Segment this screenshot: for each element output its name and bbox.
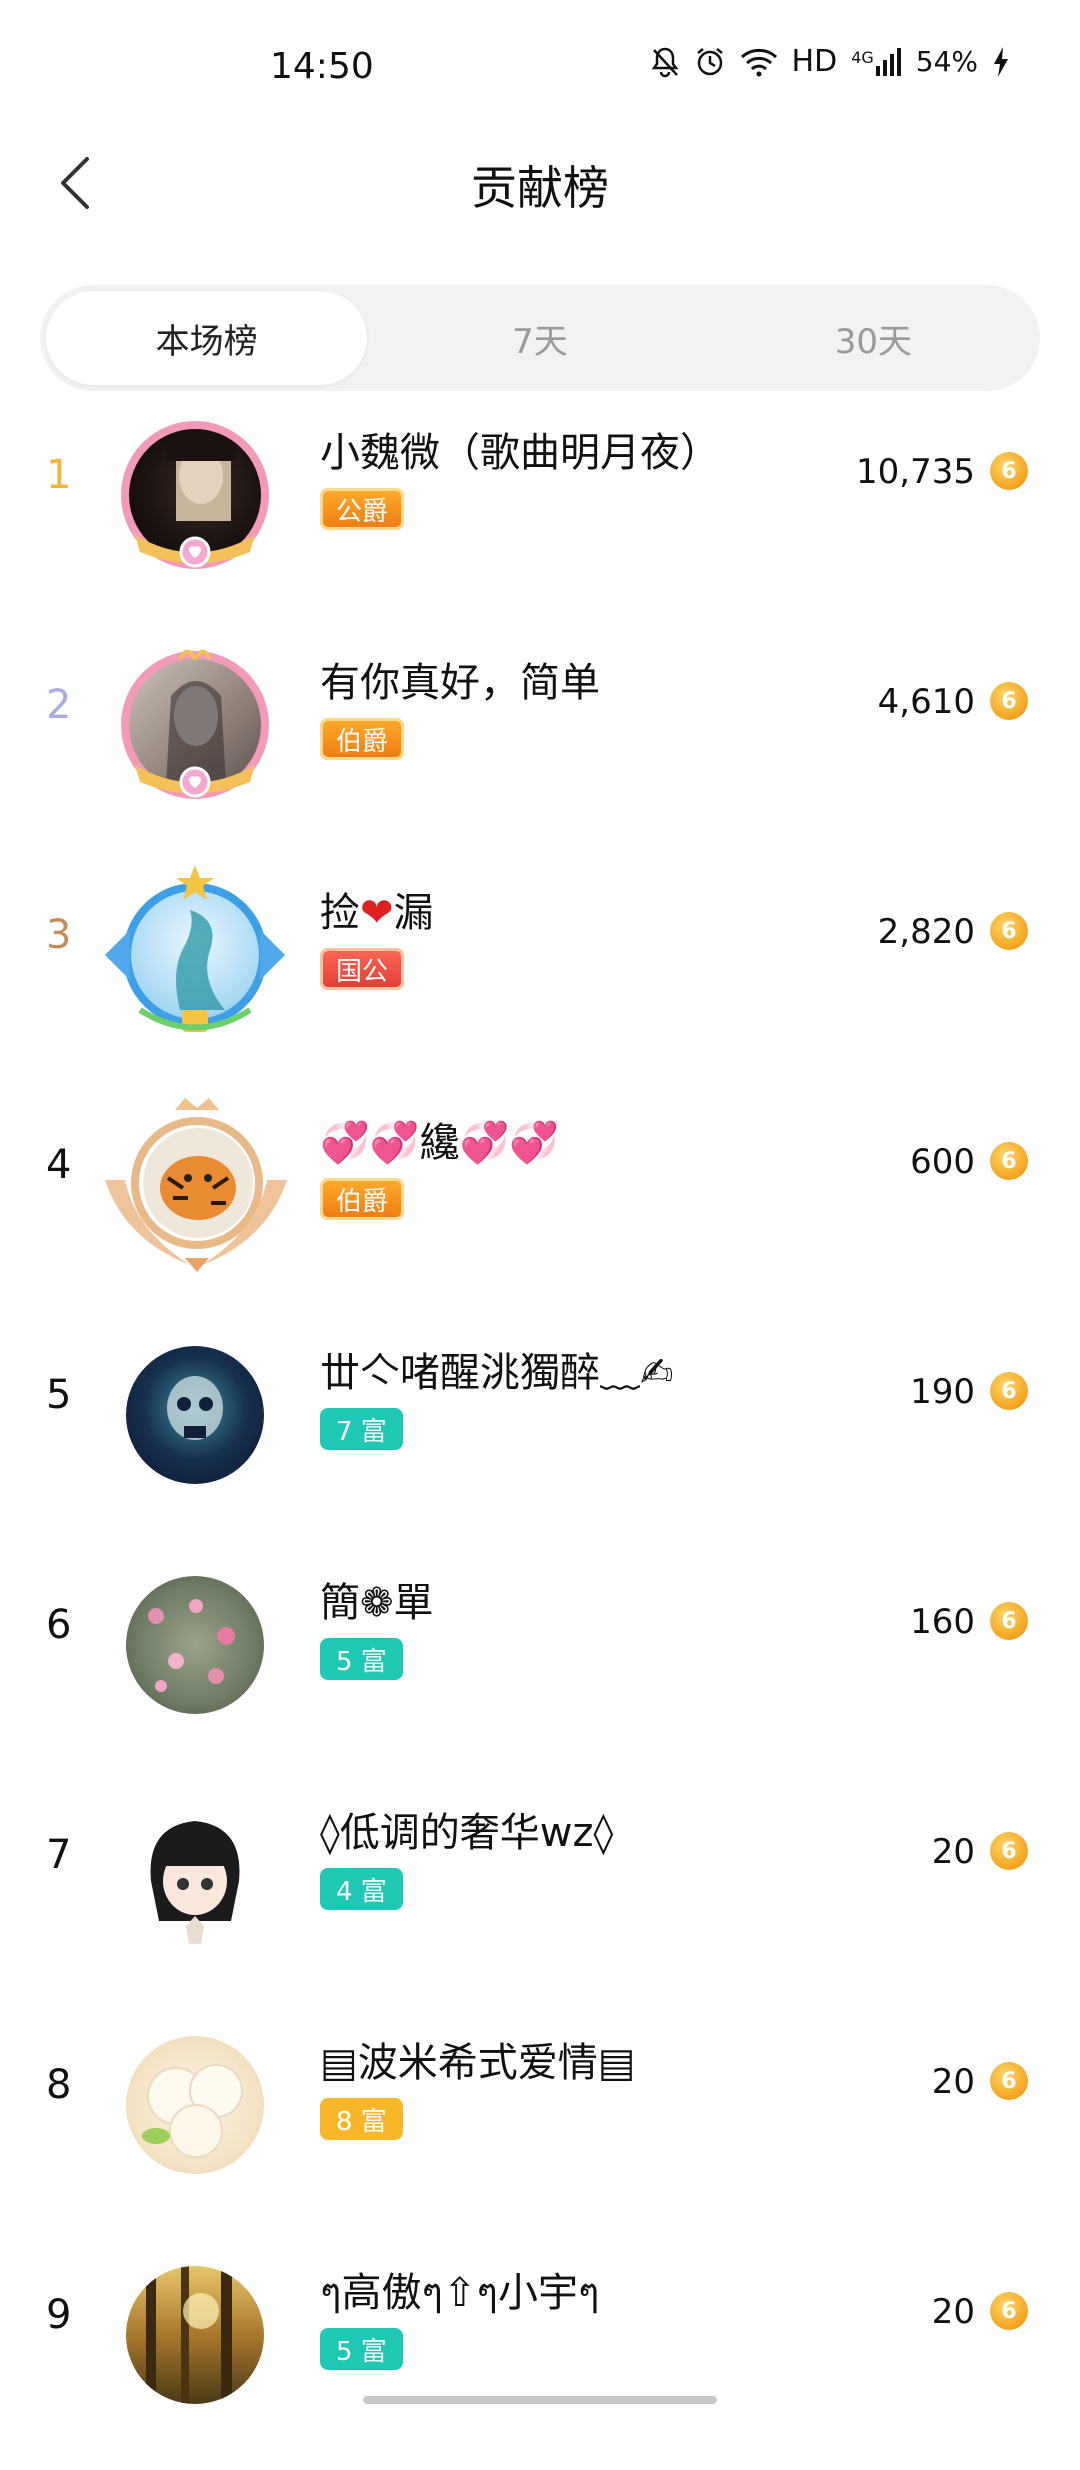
rank-badge: 伯爵 bbox=[320, 718, 405, 760]
heart-emoji: ❤ bbox=[360, 890, 394, 936]
rank-badge: 公爵 bbox=[320, 488, 405, 530]
wealth-level-badge: 5 富 bbox=[320, 1638, 403, 1680]
list-item[interactable]: 1 小魏微（歌曲明月夜） 公爵 10,735 6 bbox=[0, 400, 1080, 630]
avatar bbox=[120, 2030, 270, 2180]
list-item[interactable]: 2 有你真好，简单 伯爵 4,610 6 bbox=[0, 630, 1080, 860]
avatar-frame-icon bbox=[105, 865, 285, 1032]
user-name: ◊低调的奢华wz◊ bbox=[320, 1810, 614, 1856]
contribution-score: 4,610 bbox=[877, 682, 975, 722]
wealth-level-badge: 5 富 bbox=[320, 2328, 403, 2370]
list-item[interactable]: 8 ▤波米希式爱情▤ 8 富 20 6 bbox=[0, 2010, 1080, 2240]
mute-icon bbox=[650, 46, 680, 78]
tab-this-session[interactable]: 本场榜 bbox=[46, 291, 368, 385]
contribution-score: 600 bbox=[910, 1142, 975, 1182]
coin-icon: 6 bbox=[990, 2062, 1028, 2100]
user-name: ▤波米希式爱情▤ bbox=[320, 2040, 636, 2086]
tab-30-days[interactable]: 30天 bbox=[713, 291, 1034, 385]
avatar bbox=[120, 650, 270, 800]
alarm-icon bbox=[694, 46, 726, 78]
list-item[interactable]: 6 簡❁單 5 富 160 6 bbox=[0, 1550, 1080, 1780]
coin-icon: 6 bbox=[990, 1832, 1028, 1870]
list-item[interactable]: 9 ๆ高傲ๆ⇧ๆ小宇ๆ 5 富 20 6 bbox=[0, 2240, 1080, 2470]
coin-icon: 6 bbox=[990, 682, 1028, 720]
tab-7-days[interactable]: 7天 bbox=[379, 291, 700, 385]
contribution-score: 160 bbox=[910, 1602, 975, 1642]
avatar bbox=[120, 2260, 270, 2410]
user-name: 有你真好，简单 bbox=[320, 660, 600, 706]
home-indicator[interactable] bbox=[363, 2396, 717, 2404]
wealth-level-badge: 7 富 bbox=[320, 1408, 403, 1450]
contribution-score: 20 bbox=[931, 2062, 975, 2102]
network-hd-label: HD bbox=[791, 44, 838, 79]
avatar bbox=[120, 1340, 270, 1490]
avatar-frame-icon bbox=[121, 421, 269, 569]
cell-signal-icon: 4G bbox=[851, 47, 902, 76]
user-name: 💞💞纔💞💞 bbox=[320, 1120, 560, 1166]
coin-icon: 6 bbox=[990, 1372, 1028, 1410]
rank-number: 2 bbox=[46, 682, 72, 728]
signal-type-label: 4G bbox=[851, 47, 874, 67]
wealth-level-badge: 8 富 bbox=[320, 2098, 403, 2140]
page-title: 贡献榜 bbox=[471, 161, 609, 215]
contribution-score: 2,820 bbox=[877, 912, 975, 952]
status-time: 14:50 bbox=[270, 46, 374, 87]
rank-badge: 伯爵 bbox=[320, 1178, 405, 1220]
coin-icon: 6 bbox=[990, 1602, 1028, 1640]
avatar-image bbox=[126, 1576, 264, 1714]
avatar bbox=[95, 1090, 295, 1280]
user-name: 捡❤漏 bbox=[320, 890, 434, 936]
contribution-score: 20 bbox=[931, 2292, 975, 2332]
user-name: 小魏微（歌曲明月夜） bbox=[320, 430, 720, 476]
rank-number: 1 bbox=[46, 452, 72, 498]
list-item[interactable]: 7 ◊低调的奢华wz◊ 4 富 20 6 bbox=[0, 1780, 1080, 2010]
avatar-image bbox=[126, 1806, 264, 1944]
avatar-image bbox=[126, 2266, 264, 2404]
rank-number: 3 bbox=[46, 912, 72, 958]
header: 贡献榜 bbox=[0, 130, 1080, 240]
list-item[interactable]: 4 💞💞纔💞💞 伯爵 600 6 bbox=[0, 1090, 1080, 1320]
user-name: 丗亽啫醒洮獨醉﹏✍ bbox=[320, 1350, 674, 1396]
status-icons: HD 4G 54% bbox=[650, 44, 1010, 79]
coin-icon: 6 bbox=[990, 2292, 1028, 2330]
avatar-image bbox=[126, 2036, 264, 2174]
avatar bbox=[120, 1570, 270, 1720]
rank-number: 7 bbox=[46, 1832, 72, 1878]
list-item[interactable]: 5 丗亽啫醒洮獨醉﹏✍ 7 富 190 6 bbox=[0, 1320, 1080, 1550]
rank-number: 8 bbox=[46, 2062, 72, 2108]
contribution-score: 190 bbox=[910, 1372, 975, 1412]
tab-bar: 本场榜 7天 30天 bbox=[40, 285, 1040, 391]
avatar-frame-icon bbox=[121, 650, 269, 799]
user-name: ๆ高傲ๆ⇧ๆ小宇ๆ bbox=[320, 2270, 600, 2316]
charging-icon bbox=[992, 46, 1010, 78]
avatar-frame-icon bbox=[105, 1098, 287, 1272]
coin-icon: 6 bbox=[990, 452, 1028, 490]
rank-number: 9 bbox=[46, 2292, 72, 2338]
battery-percent: 54% bbox=[915, 45, 978, 78]
avatar bbox=[120, 1800, 270, 1950]
rank-number: 6 bbox=[46, 1602, 72, 1648]
user-name: 簡❁單 bbox=[320, 1580, 434, 1626]
wifi-icon bbox=[740, 47, 778, 77]
wealth-level-badge: 4 富 bbox=[320, 1868, 403, 1910]
avatar-image bbox=[126, 1346, 264, 1484]
rank-number: 4 bbox=[46, 1142, 72, 1188]
list-item[interactable]: 3 捡❤漏 国公 2,820 6 bbox=[0, 860, 1080, 1090]
rank-number: 5 bbox=[46, 1372, 72, 1418]
rank-badge: 国公 bbox=[320, 948, 405, 990]
avatar bbox=[120, 420, 270, 570]
coin-icon: 6 bbox=[990, 1142, 1028, 1180]
coin-icon: 6 bbox=[990, 912, 1028, 950]
avatar bbox=[100, 860, 290, 1050]
status-bar: 14:50 HD 4G 54% bbox=[0, 0, 1080, 130]
contribution-score: 20 bbox=[931, 1832, 975, 1872]
contribution-score: 10,735 bbox=[856, 452, 975, 492]
